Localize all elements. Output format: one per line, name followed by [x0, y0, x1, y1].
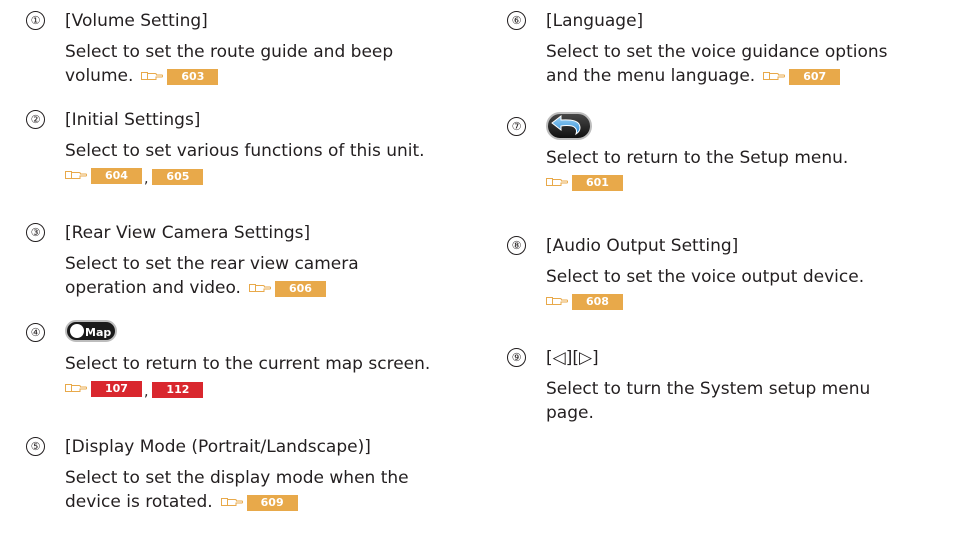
description-line: Select to set the display mode when the — [65, 468, 409, 488]
description-line: device is rotated. — [65, 492, 213, 512]
pointing-hand-icon — [221, 496, 243, 508]
item-description: Select to set the display mode when the … — [65, 466, 409, 514]
page-ref-tag[interactable]: 112 — [152, 382, 204, 398]
item-number: ⑥ — [507, 11, 526, 30]
page-reference[interactable]: 604 — [65, 168, 142, 184]
description-line: operation and video. — [65, 278, 241, 298]
page-ref-tag[interactable]: 601 — [572, 175, 623, 191]
description-line: Select to set various functions of this … — [65, 141, 425, 161]
page-reference[interactable]: 607 — [755, 69, 841, 85]
page-reference-line: 604, 605 — [65, 163, 425, 188]
description-line: Select to set the rear view camera — [65, 254, 359, 274]
item-description: Select to set the voice output device. 6… — [546, 265, 864, 313]
page-reference[interactable]: 603 — [133, 69, 219, 85]
description-line: Select to set the voice guidance options — [546, 42, 888, 62]
ref-separator: , — [143, 171, 149, 187]
page-reference[interactable]: 608 — [546, 294, 623, 310]
item-description: Select to return to the current map scre… — [65, 352, 430, 401]
page-ref-tag[interactable]: 604 — [91, 168, 142, 184]
item-title: [Display Mode (Portrait/Landscape)] — [65, 437, 371, 457]
item-description: Select to set the route guide and beep v… — [65, 40, 393, 88]
back-arrow-icon — [546, 112, 592, 140]
item-title: [Rear View Camera Settings] — [65, 223, 311, 243]
page-ref-tag[interactable]: 608 — [572, 294, 623, 310]
item-number: ① — [26, 11, 45, 30]
item-number: ⑤ — [26, 437, 45, 456]
item-description: Select to return to the Setup menu. 601 — [546, 146, 848, 194]
description-line: Select to return to the Setup menu. — [546, 148, 849, 168]
item-title: [Initial Settings] — [65, 110, 201, 130]
item-title: [◁][▷] — [546, 348, 599, 368]
description-line: Select to return to the current map scre… — [65, 354, 431, 374]
item-number: ⑧ — [507, 236, 526, 255]
item-number: ② — [26, 110, 45, 129]
item-description: Select to set the rear view camera opera… — [65, 252, 359, 300]
globe-icon — [70, 324, 84, 338]
description-line: and the menu language. — [546, 66, 756, 86]
pointing-hand-icon — [763, 70, 785, 82]
item-number: ⑨ — [507, 348, 526, 367]
pointing-hand-icon — [65, 169, 87, 181]
page-ref-tag[interactable]: 607 — [789, 69, 841, 85]
description-line-with-ref: operation and video. 606 — [65, 276, 359, 300]
description-line: volume. — [65, 66, 134, 86]
pointing-hand-icon — [141, 70, 163, 82]
description-line: Select to set the voice output device. — [546, 267, 865, 287]
page-reference[interactable]: 601 — [546, 175, 623, 191]
pointing-hand-icon — [546, 295, 568, 307]
description-line: Select to turn the System setup menu — [546, 379, 871, 399]
item-description: Select to turn the System setup menu pag… — [546, 377, 870, 425]
page-ref-tag[interactable]: 606 — [274, 281, 326, 297]
map-button-label: Map — [85, 326, 112, 339]
page-reference[interactable]: 609 — [213, 495, 298, 511]
page-ref-tag[interactable]: 605 — [152, 169, 204, 185]
page-reference[interactable]: 606 — [241, 281, 326, 297]
item-description: Select to set various functions of this … — [65, 139, 425, 188]
description-line: page. — [546, 403, 594, 423]
page-reference[interactable]: 107 — [65, 381, 142, 397]
description-line-with-ref: volume. 603 — [65, 64, 393, 88]
pointing-hand-icon — [546, 176, 568, 188]
description-line-with-ref: device is rotated. 609 — [65, 490, 409, 514]
page-reference-line: 601 — [546, 170, 848, 194]
description-line: Select to set the route guide and beep — [65, 42, 394, 62]
item-number: ③ — [26, 223, 45, 242]
description-line-with-ref: and the menu language. 607 — [546, 64, 888, 88]
ref-separator: , — [143, 384, 149, 400]
item-title: [Audio Output Setting] — [546, 236, 739, 256]
map-button-icon: Map — [65, 320, 117, 342]
pointing-hand-icon — [249, 282, 271, 294]
item-number: ④ — [26, 323, 45, 342]
pointing-hand-icon — [65, 382, 87, 394]
item-title: [Volume Setting] — [65, 11, 208, 31]
page-reference-line: 608 — [546, 289, 864, 313]
page-ref-tag[interactable]: 107 — [91, 381, 142, 397]
item-description: Select to set the voice guidance options… — [546, 40, 888, 88]
page-reference-line: 107, 112 — [65, 376, 430, 401]
page-ref-tag[interactable]: 603 — [167, 69, 219, 85]
page-ref-tag[interactable]: 609 — [246, 495, 298, 511]
item-number: ⑦ — [507, 117, 526, 136]
item-title: [Language] — [546, 11, 644, 31]
